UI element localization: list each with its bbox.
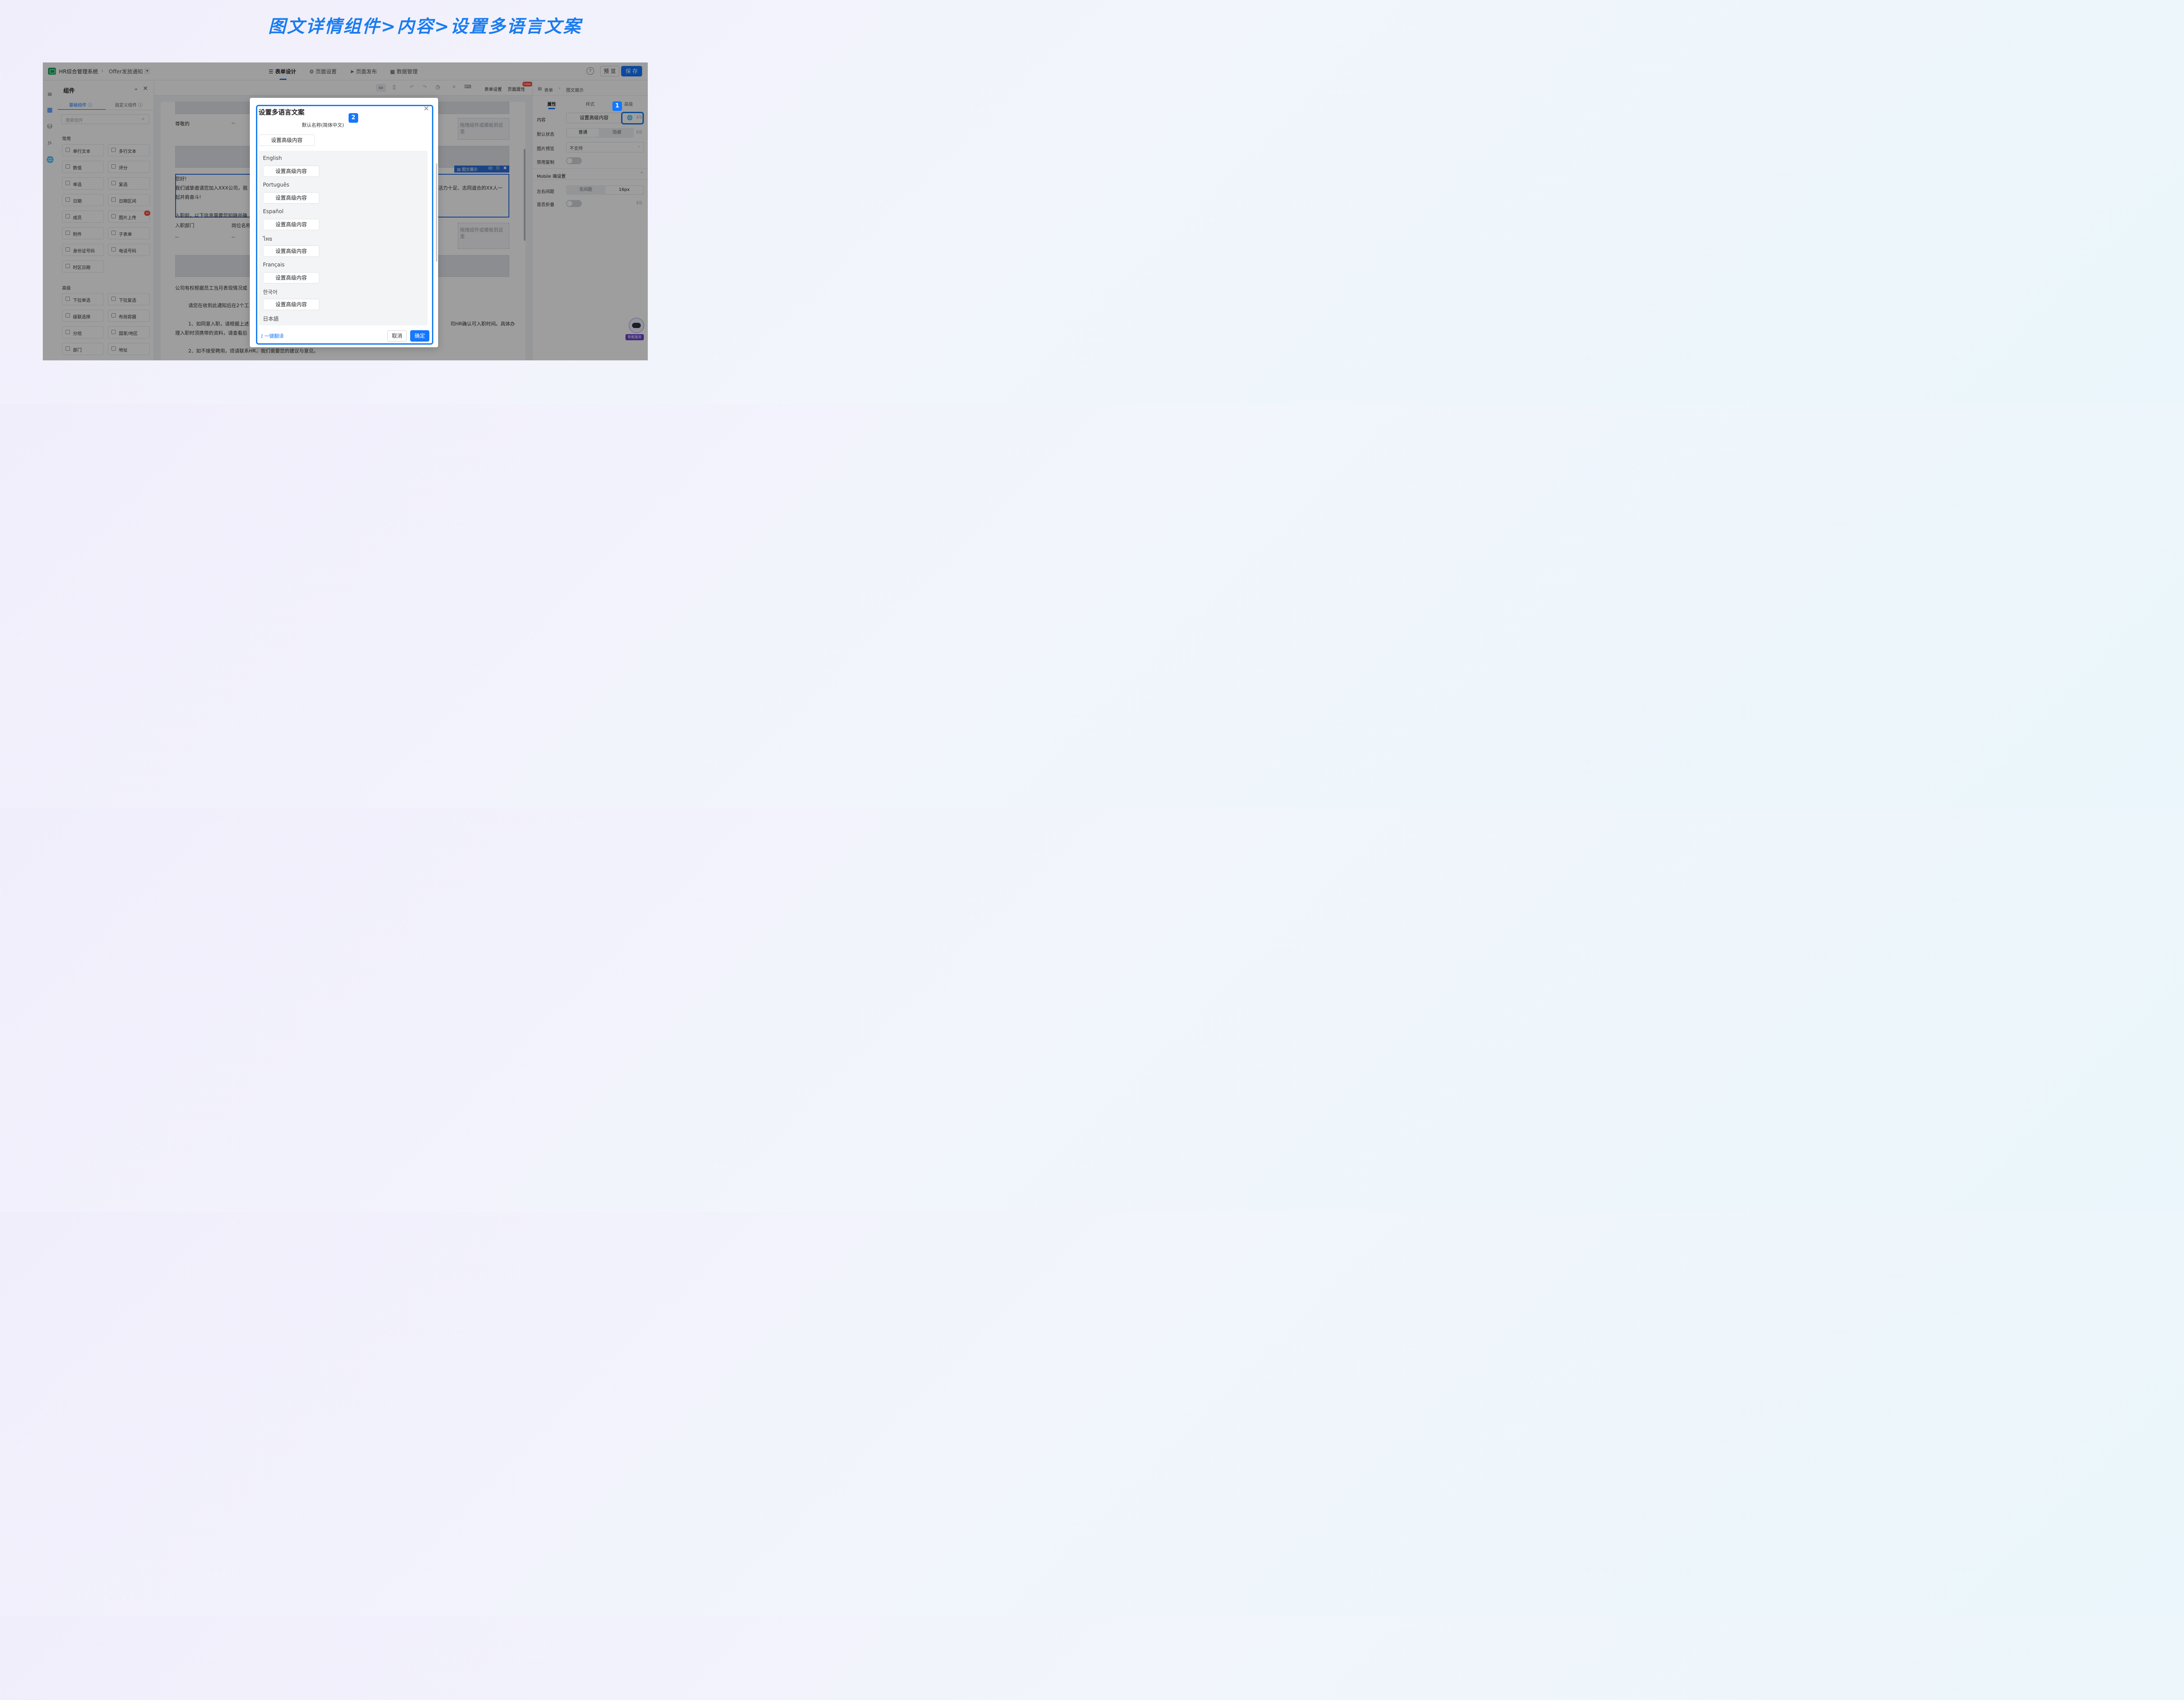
language-name: English bbox=[263, 155, 282, 161]
banner-title: 图文详情组件>内容>设置多语言文案 bbox=[268, 17, 582, 37]
step-badge-2: 2 bbox=[349, 113, 358, 123]
close-icon[interactable]: ✕ bbox=[423, 105, 429, 112]
app-screenshot: HR综合管理系统 › Offer发放通知 ▾ ☰ 表单设计 ⚙ 页面设置 ➤ 页… bbox=[43, 62, 648, 360]
page-root: 图文详情组件>内容>设置多语言文案 HR综合管理系统 › Offer发放通知 ▾… bbox=[0, 0, 685, 404]
language-name: 日本語 bbox=[263, 316, 279, 322]
step-badge-1: 1 bbox=[612, 101, 622, 111]
language-advanced-button[interactable]: 设置高级内容 bbox=[263, 299, 319, 310]
language-advanced-button[interactable]: 设置高级内容 bbox=[263, 272, 319, 283]
cancel-button[interactable]: 取消 bbox=[387, 330, 407, 342]
language-name: Português bbox=[263, 182, 290, 188]
language-name: ไทย bbox=[263, 236, 272, 242]
language-name: Français bbox=[263, 262, 285, 268]
default-name-label: 默认名称(简体中文) bbox=[302, 122, 344, 128]
language-advanced-button[interactable]: 设置高级内容 bbox=[263, 245, 319, 257]
magic-wand-icon: ⁒ bbox=[261, 333, 263, 339]
language-advanced-button[interactable]: 设置高级内容 bbox=[263, 192, 319, 204]
language-list: English 设置高级内容 Português 设置高级内容 Español 设置高级内… bbox=[259, 151, 428, 325]
modal-title: 设置多语言文案 bbox=[259, 108, 305, 116]
language-name: Español bbox=[263, 208, 284, 214]
one-click-translate[interactable]: ⁒ 一键翻译 bbox=[261, 332, 283, 339]
language-advanced-button[interactable]: 设置高级内容 bbox=[263, 219, 319, 230]
ok-button[interactable]: 确定 bbox=[410, 330, 429, 342]
translate-label: 一键翻译 bbox=[264, 333, 284, 339]
multilang-modal: 设置多语言文案 ✕ 默认名称(简体中文) 设置高级内容 English 设置高级内… bbox=[250, 98, 438, 347]
language-name: 한국어 bbox=[263, 289, 278, 295]
language-advanced-button[interactable]: 设置高级内容 bbox=[263, 166, 319, 177]
default-advanced-button[interactable]: 设置高级内容 bbox=[259, 135, 315, 146]
modal-scrollbar[interactable] bbox=[436, 163, 437, 262]
